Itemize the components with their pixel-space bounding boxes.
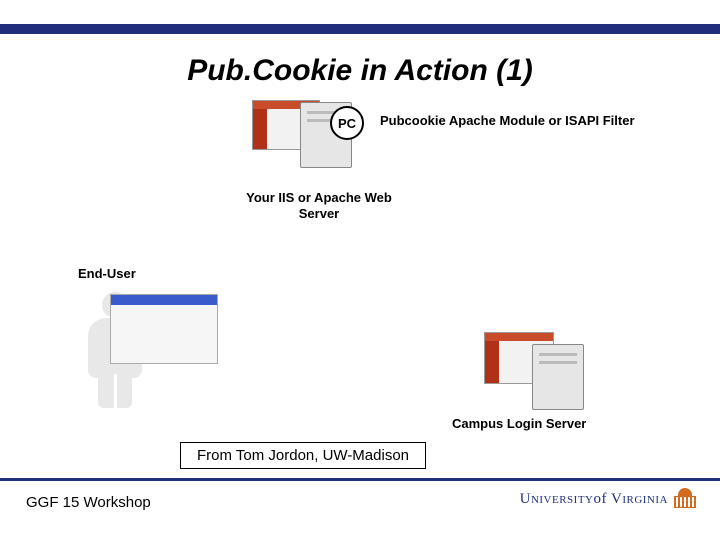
top-accent-bar xyxy=(0,24,720,34)
uva-wordmark: UNIVERSITYof VIRGINIA xyxy=(520,491,668,508)
login-server-label: Campus Login Server xyxy=(452,416,586,431)
slide: Pub.Cookie in Action (1) PC Pubcookie Ap… xyxy=(0,0,720,540)
pc-badge: PC xyxy=(330,106,364,140)
browser-window-icon xyxy=(110,294,218,364)
rotunda-icon xyxy=(674,488,696,510)
bottom-accent-rule xyxy=(0,478,720,481)
uva-logo: UNIVERSITYof VIRGINIA xyxy=(520,488,696,510)
login-server-icon xyxy=(532,344,584,410)
webserver-label: Your IIS or Apache Web Server xyxy=(234,190,404,223)
end-user-label: End-User xyxy=(78,266,136,281)
pubcookie-module-label: Pubcookie Apache Module or ISAPI Filter xyxy=(380,113,635,128)
attribution-box: From Tom Jordon, UW-Madison xyxy=(180,442,426,469)
slide-title: Pub.Cookie in Action (1) xyxy=(0,54,720,88)
footer-left-text: GGF 15 Workshop xyxy=(26,494,151,511)
